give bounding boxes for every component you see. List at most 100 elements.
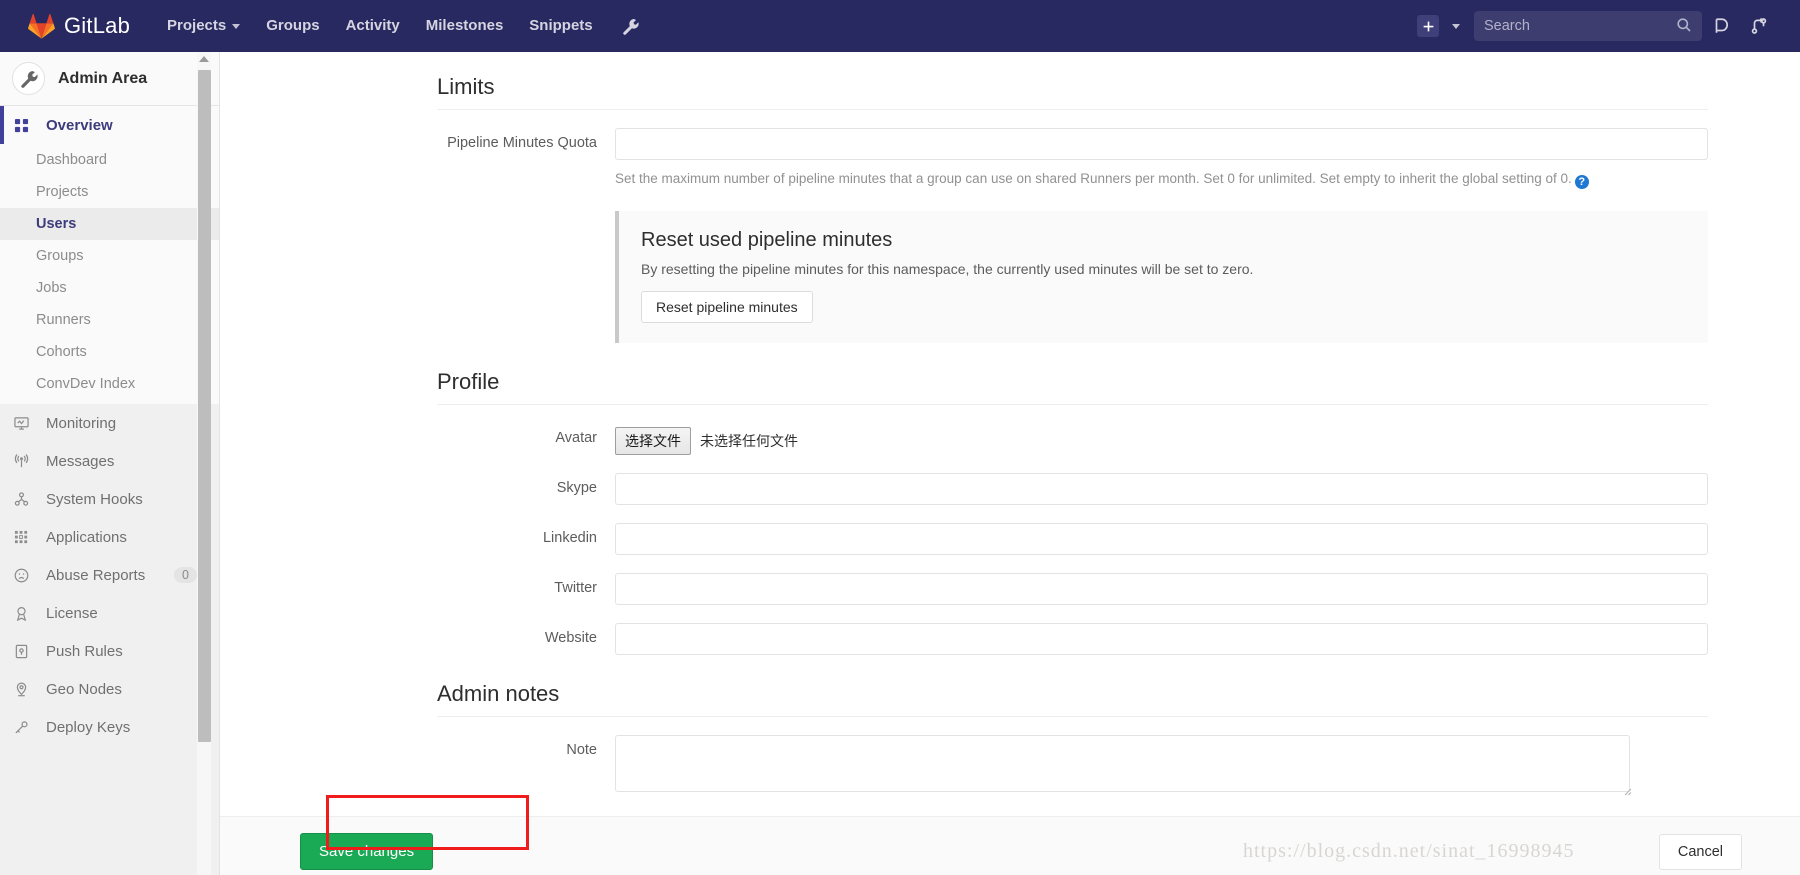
sidebar-item-deploy-keys-label: Deploy Keys xyxy=(46,718,131,736)
linkedin-label: Linkedin xyxy=(542,530,597,546)
cancel-button[interactable]: Cancel xyxy=(1658,833,1742,870)
nav-link-groups[interactable]: Groups xyxy=(253,0,332,52)
linkedin-input[interactable] xyxy=(615,523,1708,555)
nav-link-milestones[interactable]: Milestones xyxy=(413,0,517,52)
sidebar-item-runners[interactable]: Runners xyxy=(0,304,219,336)
twitter-row: Twitter xyxy=(437,573,1708,605)
nav-link-activity[interactable]: Activity xyxy=(333,0,413,52)
navbar-right-area: Search xyxy=(1417,0,1786,52)
sidebar-item-cohorts[interactable]: Cohorts xyxy=(0,336,219,368)
sidebar-item-push-rules-label: Push Rules xyxy=(46,642,123,660)
admin-notes-section: Admin notes Note xyxy=(220,681,1800,796)
avatar-row: Avatar 选择文件 未选择任何文件 xyxy=(437,423,1708,455)
sidebar-item-license-label: License xyxy=(46,604,98,622)
skype-label: Skype xyxy=(556,480,597,496)
sidebar-item-overview-label: Overview xyxy=(46,116,113,134)
new-item-dropdown[interactable] xyxy=(1417,15,1460,37)
nav-link-snippets[interactable]: Snippets xyxy=(516,0,605,52)
avatar-label: Avatar xyxy=(555,430,597,446)
gitlab-tanuki-logo-icon xyxy=(28,13,64,39)
sidebar-item-geo-nodes-label: Geo Nodes xyxy=(46,680,122,698)
sidebar-context-title: Admin Area xyxy=(58,69,148,87)
key-icon xyxy=(14,720,36,735)
sidebar-item-groups[interactable]: Groups xyxy=(0,240,219,272)
sidebar-item-push-rules[interactable]: Push Rules xyxy=(0,632,219,670)
sidebar-item-applications[interactable]: Applications xyxy=(0,518,219,556)
twitter-label: Twitter xyxy=(554,580,597,596)
gitlab-home-link[interactable]: GitLab xyxy=(14,13,130,39)
license-award-icon xyxy=(14,606,36,621)
avatar-choose-file-button[interactable]: 选择文件 xyxy=(615,427,691,455)
sidebar-context-header[interactable]: Admin Area xyxy=(0,52,219,106)
sidebar-item-monitoring-label: Monitoring xyxy=(46,414,117,432)
sidebar-item-projects[interactable]: Projects xyxy=(0,176,219,208)
applications-grid-icon xyxy=(14,530,36,545)
sidebar-item-monitoring[interactable]: Monitoring xyxy=(0,404,219,442)
note-textarea[interactable] xyxy=(615,735,1630,792)
sidebar-item-license[interactable]: License xyxy=(0,594,219,632)
sidebar-item-deploy-keys[interactable]: Deploy Keys xyxy=(0,708,219,746)
search-icon xyxy=(1676,17,1692,38)
sidebar-item-messages-label: Messages xyxy=(46,452,115,470)
note-row: Note xyxy=(437,735,1708,796)
pipeline-minutes-quota-row: Pipeline Minutes Quota Set the maximum n… xyxy=(437,128,1708,343)
sidebar-item-system-hooks[interactable]: System Hooks xyxy=(0,480,219,518)
pipeline-minutes-quota-help-text: Set the maximum number of pipeline minut… xyxy=(615,171,1572,186)
skype-input[interactable] xyxy=(615,473,1708,505)
push-rules-icon xyxy=(14,644,36,659)
reset-pipeline-minutes-callout: Reset used pipeline minutes By resetting… xyxy=(615,211,1708,343)
merge-request-icon[interactable] xyxy=(1740,0,1778,52)
website-input[interactable] xyxy=(615,623,1708,655)
sidebar-item-jobs[interactable]: Jobs xyxy=(0,272,219,304)
sidebar-item-geo-nodes[interactable]: Geo Nodes xyxy=(0,670,219,708)
limits-section: Limits Pipeline Minutes Quota Set the ma… xyxy=(220,74,1800,343)
pipeline-minutes-quota-help: Set the maximum number of pipeline minut… xyxy=(615,170,1708,189)
location-pin-icon xyxy=(14,682,36,697)
sidebar-item-applications-label: Applications xyxy=(46,528,127,546)
twitter-input[interactable] xyxy=(615,573,1708,605)
pipeline-minutes-quota-input[interactable] xyxy=(615,128,1708,160)
sidebar-item-overview[interactable]: Overview xyxy=(0,106,219,144)
monitor-icon xyxy=(14,416,36,431)
sidebar-item-abuse-reports-label: Abuse Reports xyxy=(46,566,146,584)
website-label: Website xyxy=(544,630,597,646)
nav-link-projects-label: Projects xyxy=(167,17,227,34)
plus-square-icon[interactable] xyxy=(1417,15,1439,37)
website-row: Website xyxy=(437,623,1708,655)
sidebar-item-messages[interactable]: Messages xyxy=(0,442,219,480)
broadcast-icon xyxy=(14,453,36,469)
wrench-icon xyxy=(12,62,45,95)
admin-area-wrench-icon[interactable] xyxy=(606,18,655,35)
linkedin-row: Linkedin xyxy=(437,523,1708,555)
sidebar-item-abuse-reports[interactable]: Abuse Reports 0 xyxy=(0,556,219,594)
nav-link-projects[interactable]: Projects xyxy=(154,0,253,52)
question-circle-icon[interactable]: ? xyxy=(1574,175,1589,189)
sidebar-item-users[interactable]: Users xyxy=(0,208,219,240)
form-action-bar: Save changes Cancel xyxy=(220,816,1800,875)
main-content: Limits Pipeline Minutes Quota Set the ma… xyxy=(220,52,1800,875)
admin-notes-heading: Admin notes xyxy=(437,681,1708,717)
skype-row: Skype xyxy=(437,473,1708,505)
abuse-reports-badge: 0 xyxy=(174,567,197,583)
textarea-resize-handle-icon[interactable] xyxy=(1622,783,1632,796)
pipeline-minutes-quota-label: Pipeline Minutes Quota xyxy=(447,135,597,151)
hook-icon xyxy=(14,491,36,507)
search-placeholder: Search xyxy=(1484,18,1530,34)
sidebar-overview-sublist: Dashboard Projects Users Groups Jobs Run… xyxy=(0,144,219,404)
chevron-down-icon xyxy=(232,23,241,29)
sidebar-item-system-hooks-label: System Hooks xyxy=(46,490,143,508)
profile-section: Profile Avatar 选择文件 未选择任何文件 Skype Linked… xyxy=(220,369,1800,655)
scroll-up-arrow-icon[interactable] xyxy=(199,56,209,62)
reset-callout-title: Reset used pipeline minutes xyxy=(641,229,893,251)
issues-icon[interactable] xyxy=(1702,0,1740,52)
sidebar-item-dashboard[interactable]: Dashboard xyxy=(0,144,219,176)
sidebar-scrollbar-thumb[interactable] xyxy=(198,70,211,742)
search-input[interactable]: Search xyxy=(1474,11,1702,41)
avatar-file-name: 未选择任何文件 xyxy=(700,433,798,449)
sidebar-item-convdev-index[interactable]: ConvDev Index xyxy=(0,368,219,400)
top-navbar: GitLab Projects Groups Activity Mileston… xyxy=(0,0,1800,52)
frown-face-icon xyxy=(14,568,36,583)
save-changes-button[interactable]: Save changes xyxy=(300,833,434,870)
gitlab-brand-text: GitLab xyxy=(64,13,131,38)
reset-pipeline-minutes-button[interactable]: Reset pipeline minutes xyxy=(641,291,813,323)
